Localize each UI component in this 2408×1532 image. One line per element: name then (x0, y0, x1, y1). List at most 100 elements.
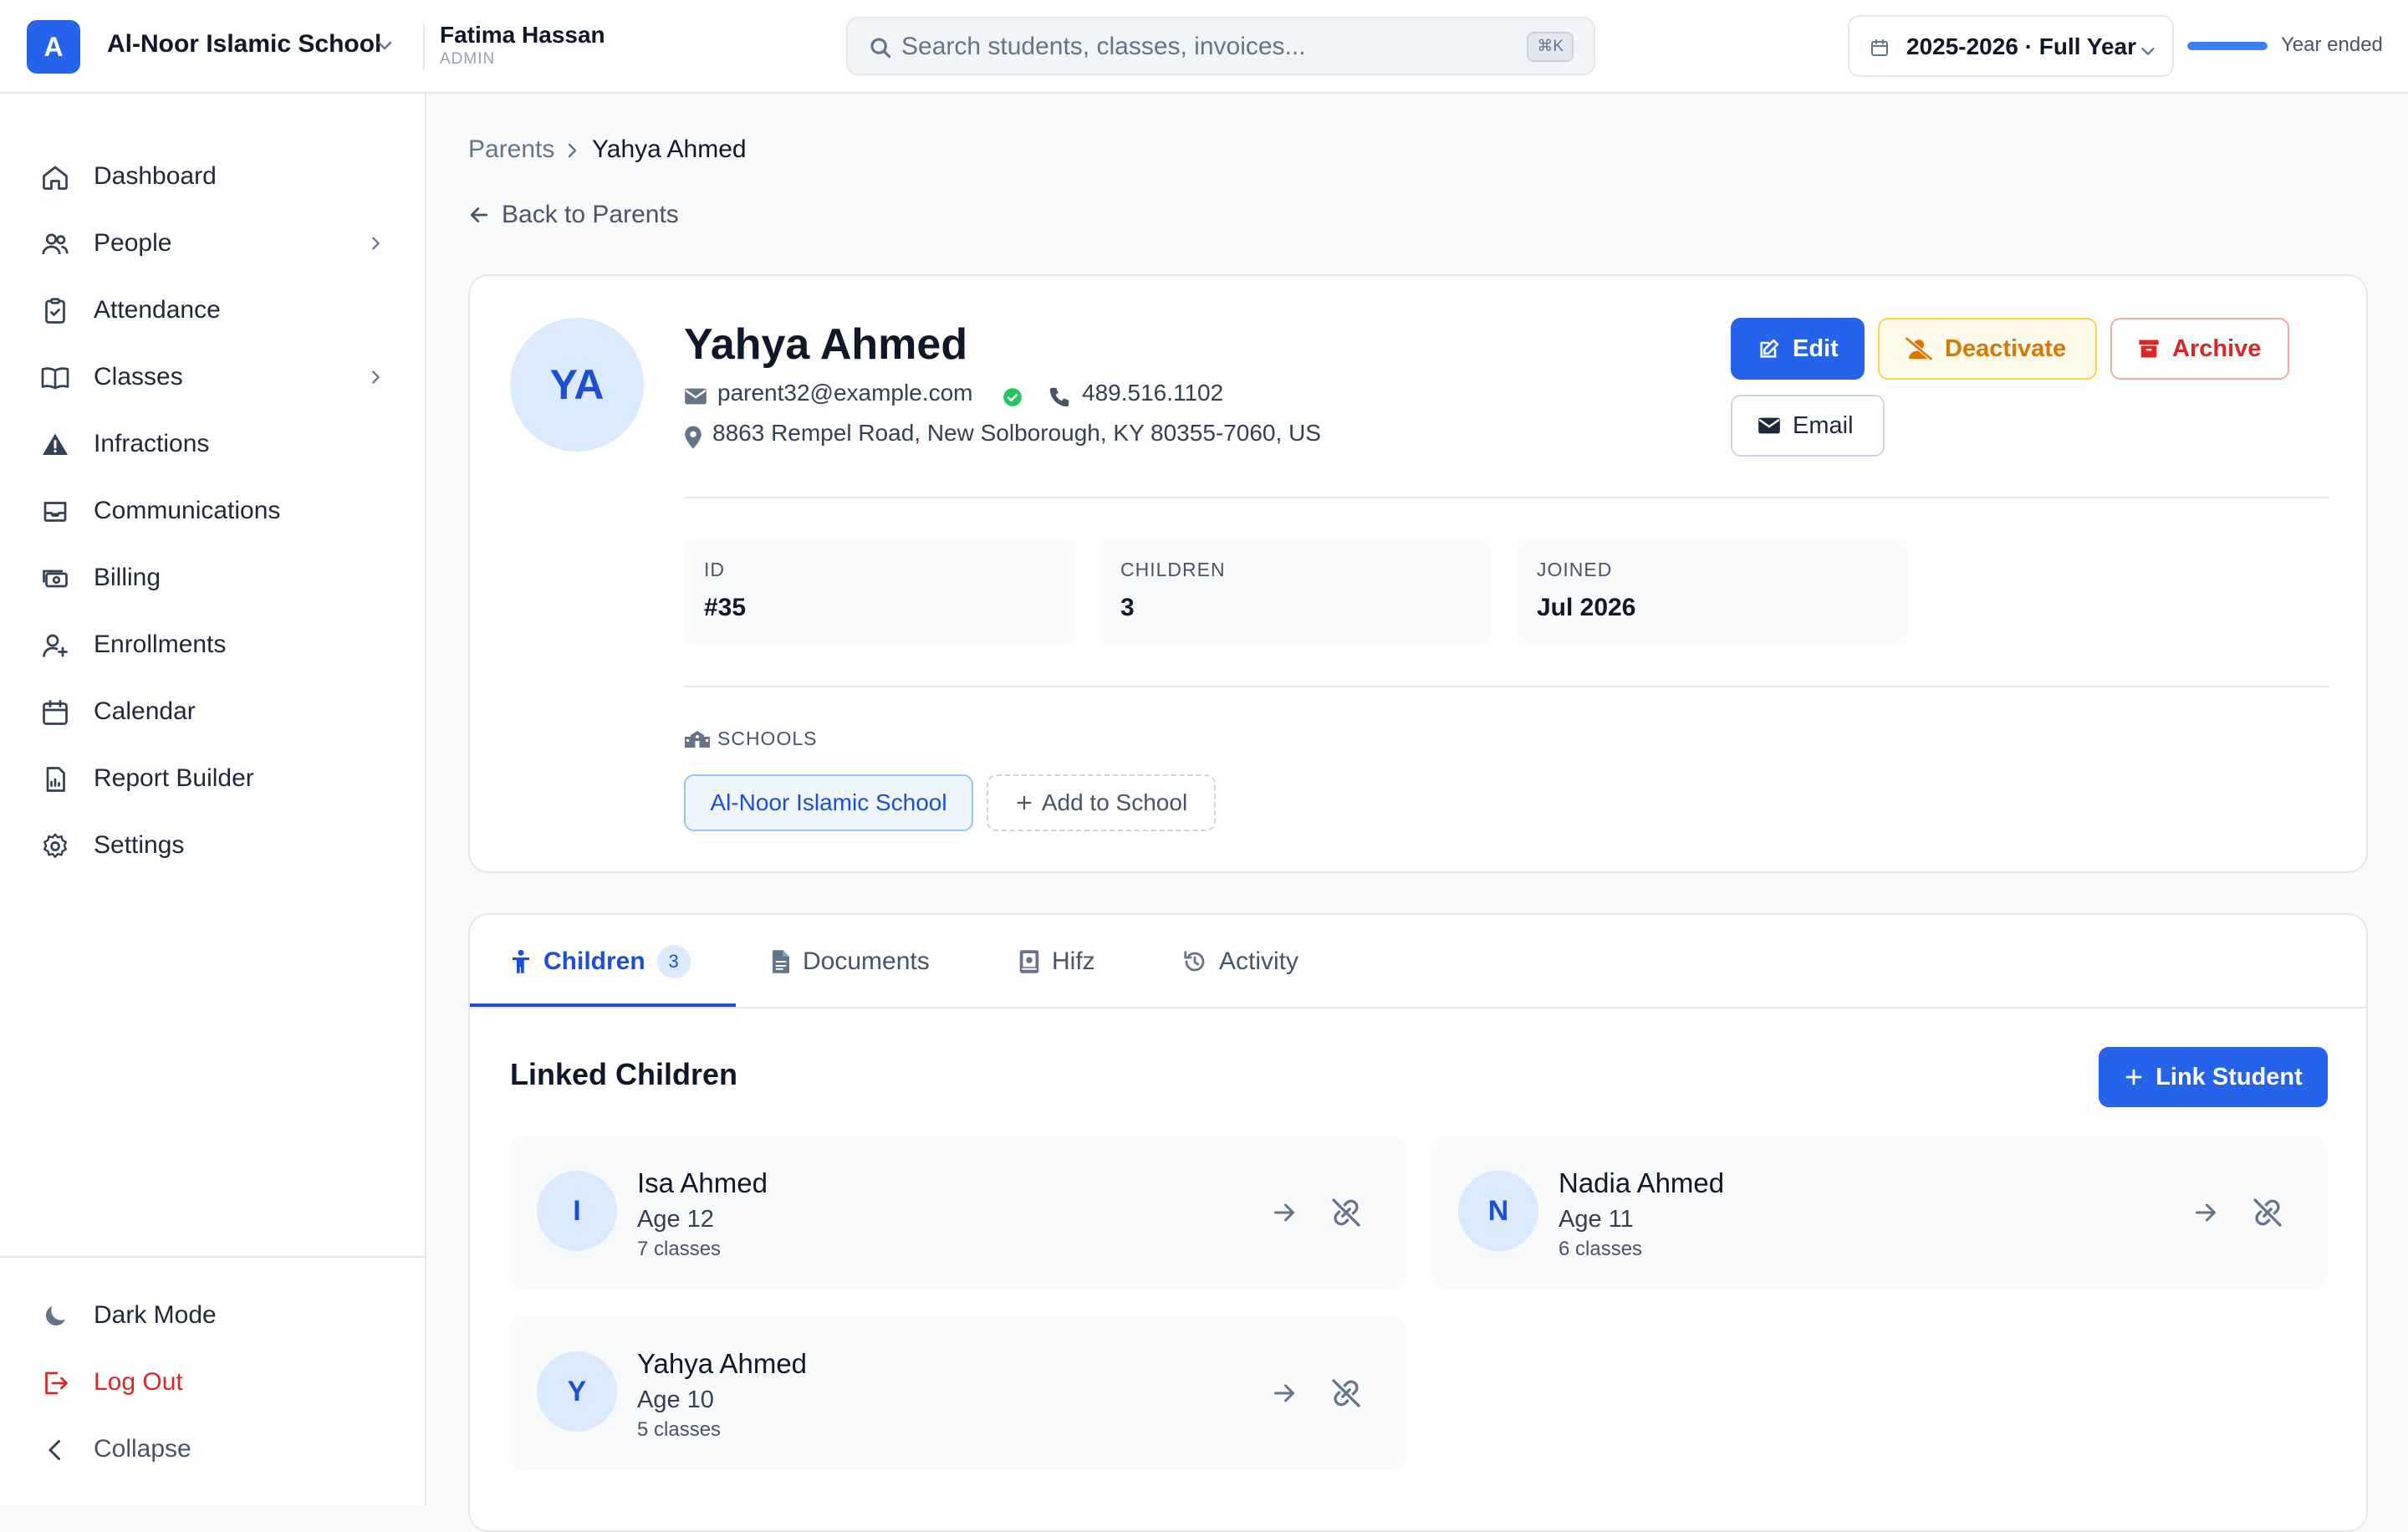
sidebar-item-report-builder[interactable]: Report Builder (20, 751, 405, 804)
quran-book-icon (1019, 950, 1039, 973)
school-chip[interactable]: Al-Noor Islamic School (684, 774, 973, 831)
sidebar-item-calendar[interactable]: Calendar (20, 684, 405, 738)
user-role: ADMIN (440, 50, 496, 68)
book-open-icon (41, 367, 69, 390)
year-progress-fill (2187, 42, 2268, 50)
tab-bar: Children 3 Documents Hifz Activity (470, 915, 2366, 1009)
sidebar-item-billing[interactable]: Billing (20, 550, 405, 604)
tab-hifz[interactable]: Hifz (1018, 915, 1095, 1009)
child-card[interactable]: Y Yahya Ahmed Age 10 5 classes (510, 1316, 1406, 1470)
child-age: Age 11 (1559, 1206, 1634, 1233)
stat-value: 3 (1120, 594, 1135, 621)
deactivate-button[interactable]: Deactivate (1878, 318, 2097, 380)
unlink-icon[interactable] (1329, 1376, 1363, 1410)
logout-button[interactable]: Log Out (20, 1355, 405, 1408)
tab-activity[interactable]: Activity (1182, 915, 1298, 1009)
sidebar-item-dashboard[interactable]: Dashboard (20, 149, 405, 202)
back-to-parents-link[interactable]: Back to Parents (467, 201, 679, 228)
section-title: Linked Children (510, 1057, 738, 1091)
add-to-school-button[interactable]: Add to School (987, 774, 1216, 831)
header-divider (423, 23, 425, 70)
chevron-down-icon[interactable] (375, 35, 395, 55)
calendar-icon (1871, 39, 1888, 56)
global-search[interactable]: ⌘K (846, 17, 1595, 75)
stat-label: ID (704, 559, 725, 580)
sidebar-divider (0, 1256, 426, 1258)
school-switcher-label[interactable]: Al-Noor Islamic School (107, 30, 381, 59)
child-class-count: 6 classes (1559, 1238, 1643, 1260)
home-icon (43, 166, 68, 190)
arrow-right-icon[interactable] (2191, 1198, 2221, 1228)
stat-children: CHILDREN 3 (1100, 539, 1492, 646)
tab-documents[interactable]: Documents (771, 915, 930, 1009)
sidebar-item-label: People (94, 229, 172, 257)
search-input[interactable] (901, 28, 1487, 65)
parent-phone[interactable]: 489.516.1102 (1082, 380, 1223, 406)
moon-icon (45, 1306, 65, 1326)
sidebar-item-communications[interactable]: Communications (20, 483, 405, 537)
academic-year-select[interactable]: 2025-2026 · Full Year (1848, 15, 2174, 77)
user-slash-icon (1905, 336, 1933, 361)
collapse-label: Collapse (94, 1435, 191, 1463)
clipboard-check-icon (45, 298, 65, 324)
archive-button[interactable]: Archive (2110, 318, 2289, 380)
child-name: Yahya Ahmed (637, 1348, 808, 1379)
tab-label: Documents (803, 947, 930, 975)
child-age: Age 10 (637, 1386, 714, 1413)
email-label: Email (1793, 411, 1854, 439)
breadcrumb-current: Yahya Ahmed (592, 135, 747, 163)
chevron-left-icon (48, 1440, 60, 1460)
year-status: Year ended (2281, 33, 2383, 56)
arrow-right-icon[interactable] (1269, 1378, 1299, 1408)
child-class-count: 5 classes (637, 1418, 722, 1441)
calendar-icon (43, 700, 68, 725)
breadcrumb-parent-link[interactable]: Parents (468, 135, 554, 164)
back-link-label: Back to Parents (502, 201, 679, 228)
child-class-count: 7 classes (637, 1238, 722, 1260)
child-card[interactable]: I Isa Ahmed Age 12 7 classes (510, 1136, 1406, 1289)
deactivate-label: Deactivate (1945, 334, 2067, 362)
sidebar-item-infractions[interactable]: Infractions (20, 416, 405, 470)
parent-address: 8863 Rempel Road, New Solborough, KY 803… (712, 420, 1321, 446)
avatar: Y (537, 1351, 617, 1432)
parent-profile-card: YA Yahya Ahmed parent32@example.com 489.… (468, 274, 2368, 873)
tab-label: Hifz (1052, 947, 1095, 975)
tab-children[interactable]: Children 3 (510, 915, 691, 1009)
sidebar-item-label: Dashboard (94, 162, 217, 190)
child-age: Age 12 (637, 1206, 714, 1233)
dark-mode-toggle[interactable]: Dark Mode (20, 1288, 405, 1341)
search-icon (870, 38, 891, 59)
active-tab-indicator (470, 1003, 736, 1007)
sidebar-item-people[interactable]: People (20, 216, 405, 269)
tab-count-badge: 3 (656, 945, 691, 978)
school-logo[interactable]: A (27, 20, 80, 74)
arrow-right-icon[interactable] (1269, 1198, 1299, 1228)
unlink-icon[interactable] (2251, 1196, 2284, 1229)
sidebar-item-attendance[interactable]: Attendance (20, 283, 405, 336)
stat-label: JOINED (1537, 559, 1613, 580)
child-card[interactable]: N Nadia Ahmed Age 11 6 classes (1431, 1136, 2328, 1289)
sidebar-item-classes[interactable]: Classes (20, 350, 405, 403)
envelope-icon (685, 388, 707, 405)
child-name: Nadia Ahmed (1559, 1167, 1725, 1198)
sidebar-item-label: Calendar (94, 697, 196, 725)
email-button[interactable]: Email (1731, 395, 1885, 457)
dark-mode-label: Dark Mode (94, 1301, 217, 1329)
sidebar-item-settings[interactable]: Settings (20, 818, 405, 871)
sidebar-item-enrollments[interactable]: Enrollments (20, 617, 405, 671)
add-to-school-label: Add to School (1041, 789, 1188, 815)
avatar: I (537, 1171, 617, 1251)
unlink-icon[interactable] (1329, 1196, 1363, 1229)
history-icon (1184, 951, 1205, 972)
collapse-sidebar-button[interactable]: Collapse (20, 1422, 405, 1475)
edit-button[interactable]: Edit (1731, 318, 1865, 380)
parent-email[interactable]: parent32@example.com (717, 380, 972, 406)
logout-label: Log Out (94, 1368, 183, 1396)
child-name: Isa Ahmed (637, 1167, 768, 1198)
sidebar-item-label: Communications (94, 497, 281, 524)
link-student-button[interactable]: Link Student (2099, 1047, 2328, 1107)
divider (684, 497, 2329, 498)
sidebar-item-label: Enrollments (94, 631, 227, 658)
academic-year-label: 2025-2026 · Full Year (1906, 33, 2136, 59)
report-icon (46, 767, 65, 792)
